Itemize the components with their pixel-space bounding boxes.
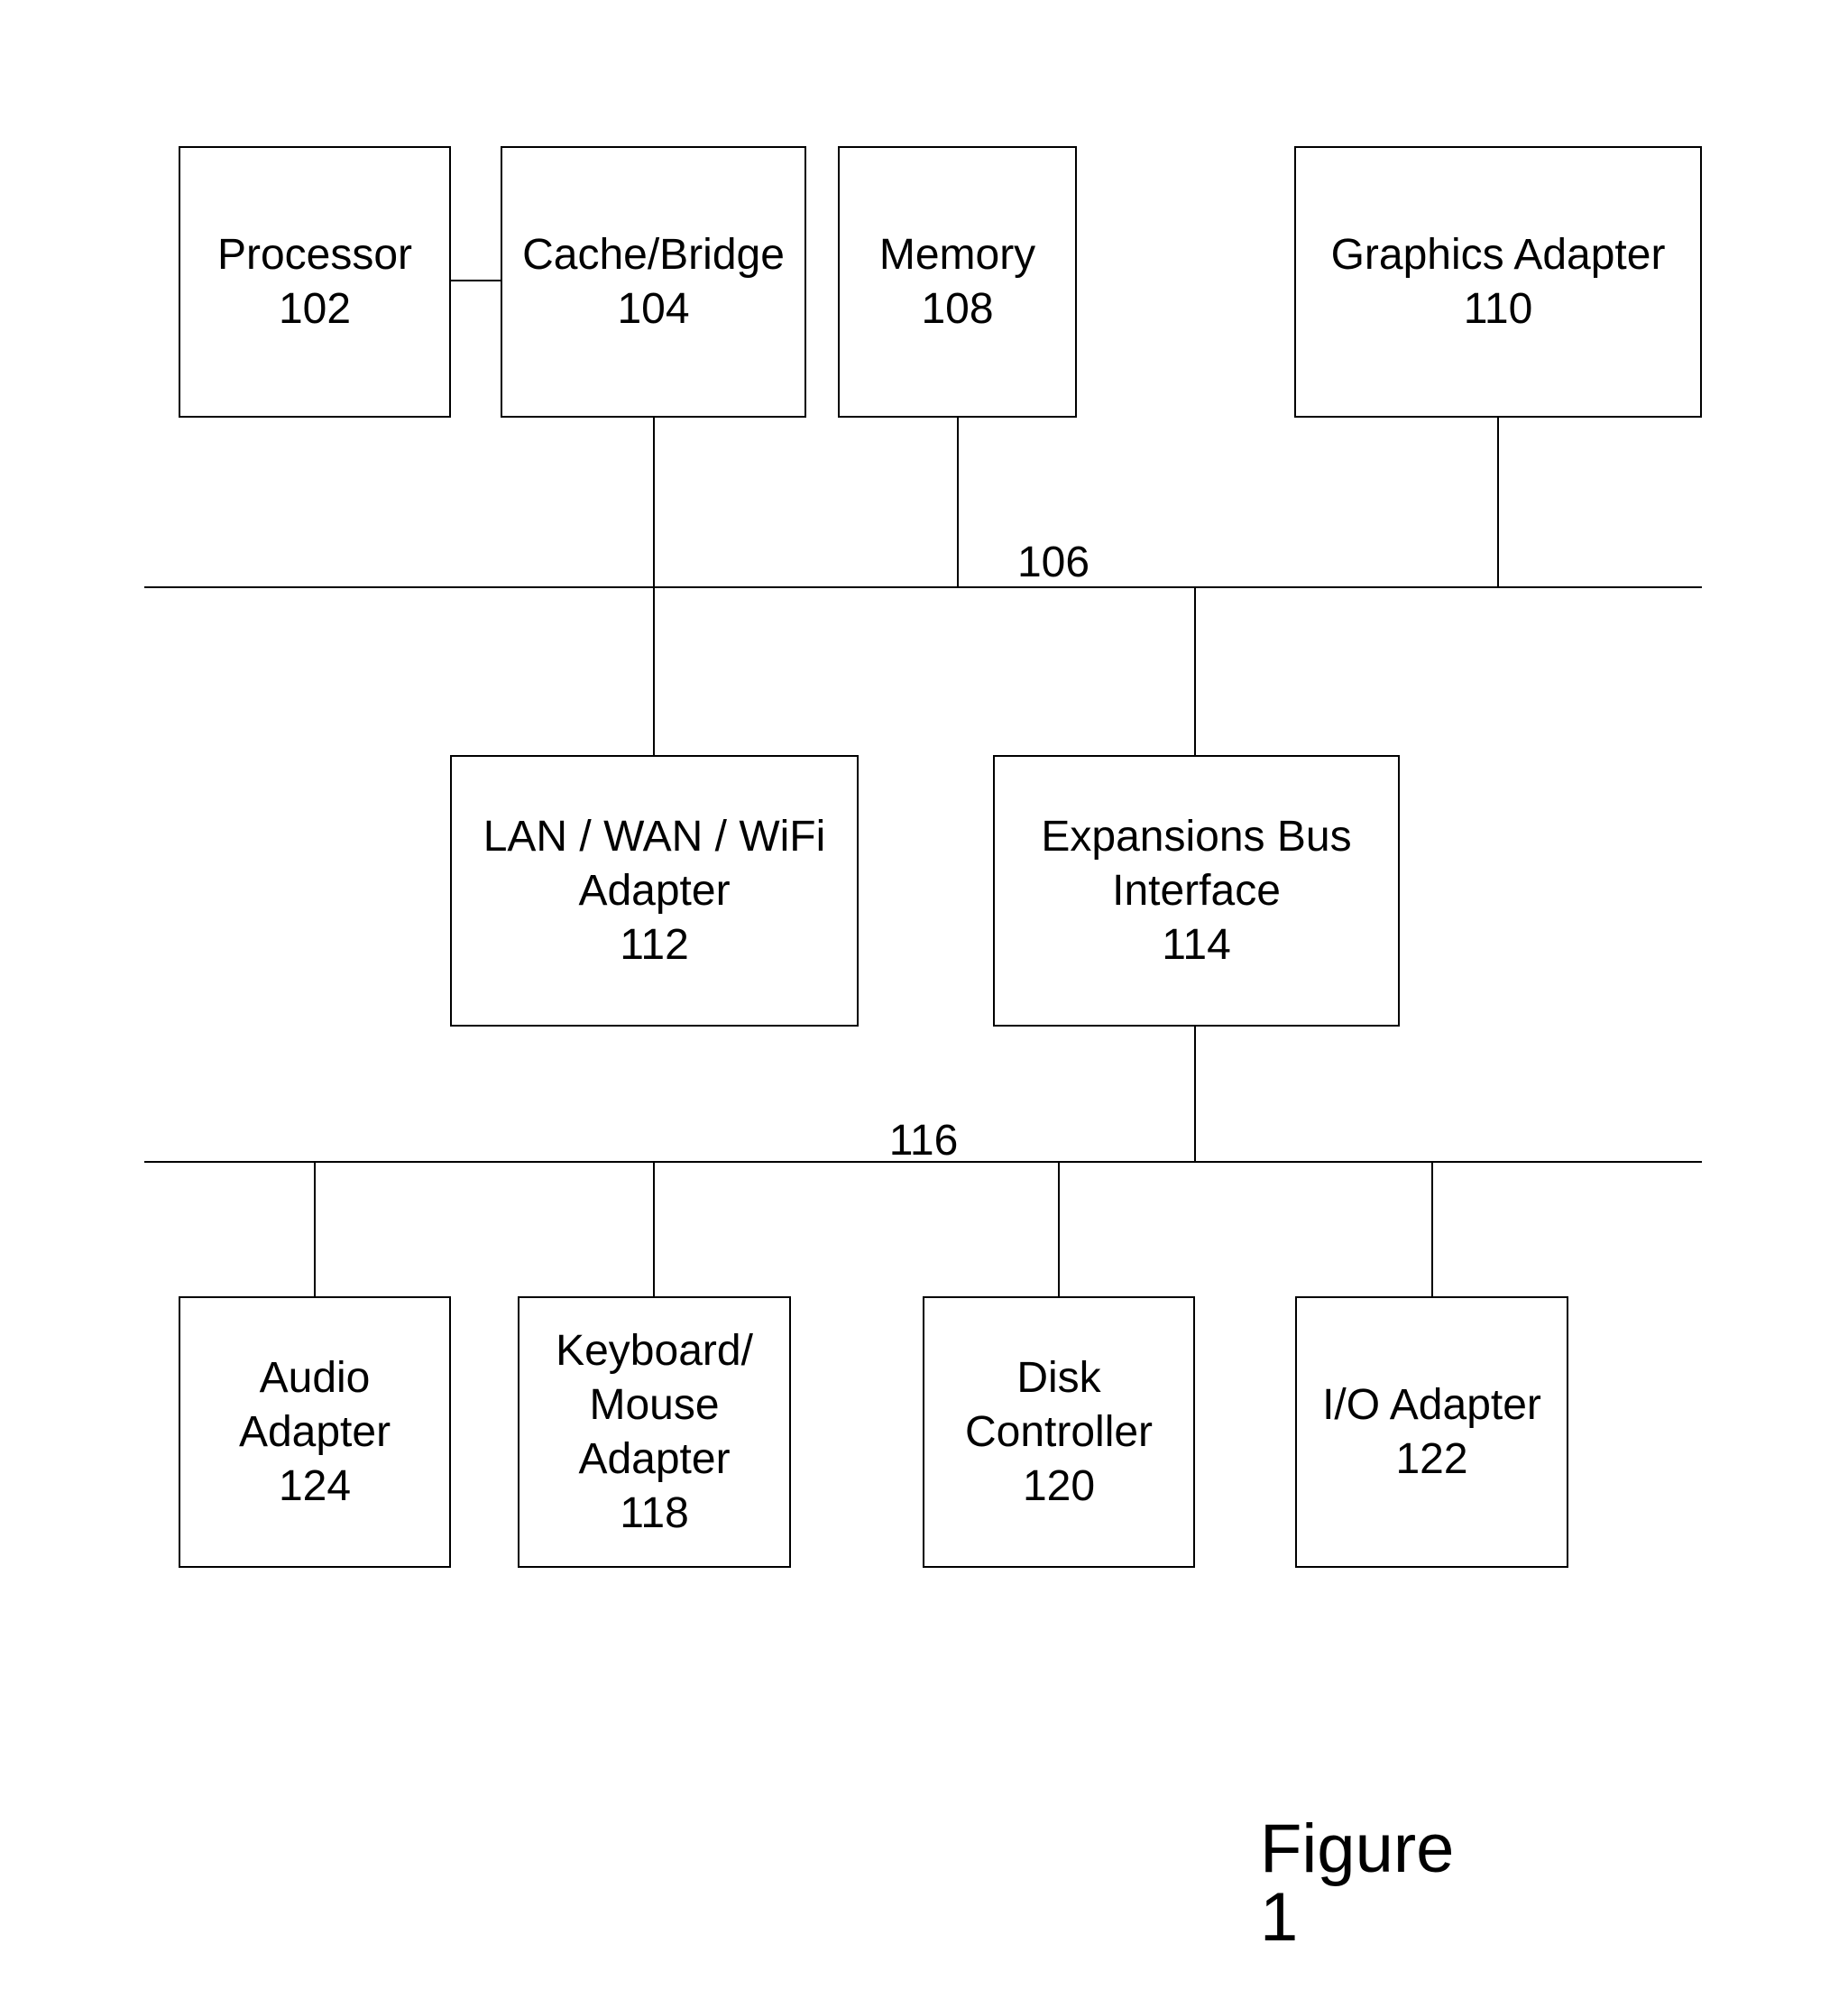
audio-adapter-box: Audio Adapter 124 (179, 1296, 451, 1568)
expansion-bus-to-keyboard-connector (653, 1161, 655, 1296)
keyboard-adapter-ref: 118 (620, 1488, 689, 1537)
expansion-interface-to-expansion-bus-connector (1194, 1026, 1196, 1161)
cache-bridge-box: Cache/Bridge 104 (501, 146, 806, 418)
disk-controller-box: Disk Controller 120 (923, 1296, 1195, 1568)
audio-adapter-ref: 124 (278, 1461, 352, 1510)
system-bus-106 (144, 586, 1702, 588)
expansion-bus-to-audio-connector (314, 1161, 316, 1296)
lan-adapter-line-1: LAN / WAN / WiFi (483, 812, 826, 861)
disk-controller-ref: 120 (1022, 1461, 1096, 1510)
keyboard-mouse-adapter-box: Keyboard/ Mouse Adapter 118 (518, 1296, 791, 1568)
disk-controller-line-1: Disk (1016, 1353, 1101, 1402)
disk-controller-line-2: Controller (964, 1407, 1154, 1456)
audio-adapter-line-1: Audio (259, 1353, 371, 1402)
io-adapter-ref: 122 (1395, 1434, 1468, 1483)
graphics-adapter-name: Graphics Adapter (1330, 230, 1666, 279)
io-adapter-name: I/O Adapter (1322, 1380, 1541, 1429)
graphics-adapter-box: Graphics Adapter 110 (1294, 146, 1702, 418)
cache-bridge-ref: 104 (617, 284, 690, 333)
processor-name: Processor (216, 230, 413, 279)
system-bus-to-lan-connector (653, 586, 655, 755)
keyboard-adapter-line-2: Mouse (589, 1380, 720, 1429)
cache-bridge-name: Cache/Bridge (522, 230, 785, 279)
expansion-interface-line-1: Expansions Bus (1041, 812, 1352, 861)
expansion-bus-interface-box: Expansions Bus Interface 114 (993, 755, 1400, 1027)
graphics-to-system-bus-connector (1497, 417, 1499, 586)
expansion-bus-label: 116 (888, 1117, 959, 1165)
io-adapter-box: I/O Adapter 122 (1295, 1296, 1568, 1568)
expansion-interface-line-2: Interface (1112, 866, 1281, 915)
memory-ref: 108 (921, 284, 994, 333)
lan-adapter-line-2: Adapter (578, 866, 731, 915)
keyboard-adapter-line-3: Adapter (578, 1434, 731, 1483)
expansion-interface-ref: 114 (1162, 920, 1231, 969)
lan-adapter-ref: 112 (620, 920, 689, 969)
processor-box: Processor 102 (179, 146, 451, 418)
graphics-adapter-ref: 110 (1463, 284, 1533, 333)
system-bus-label: 106 (1016, 539, 1090, 586)
memory-name: Memory (878, 230, 1036, 279)
lan-wan-wifi-adapter-box: LAN / WAN / WiFi Adapter 112 (450, 755, 859, 1027)
expansion-bus-to-io-connector (1431, 1161, 1433, 1296)
figure-label: Figure 1 (1260, 1810, 1455, 1956)
cache-to-system-bus-connector (653, 417, 655, 586)
memory-box: Memory 108 (838, 146, 1077, 418)
audio-adapter-line-2: Adapter (238, 1407, 391, 1456)
system-bus-to-expansion-interface-connector (1194, 586, 1196, 755)
expansion-bus-to-disk-connector (1058, 1161, 1060, 1296)
memory-to-system-bus-connector (957, 417, 959, 586)
processor-ref: 102 (278, 284, 352, 333)
keyboard-adapter-line-1: Keyboard/ (556, 1326, 753, 1375)
